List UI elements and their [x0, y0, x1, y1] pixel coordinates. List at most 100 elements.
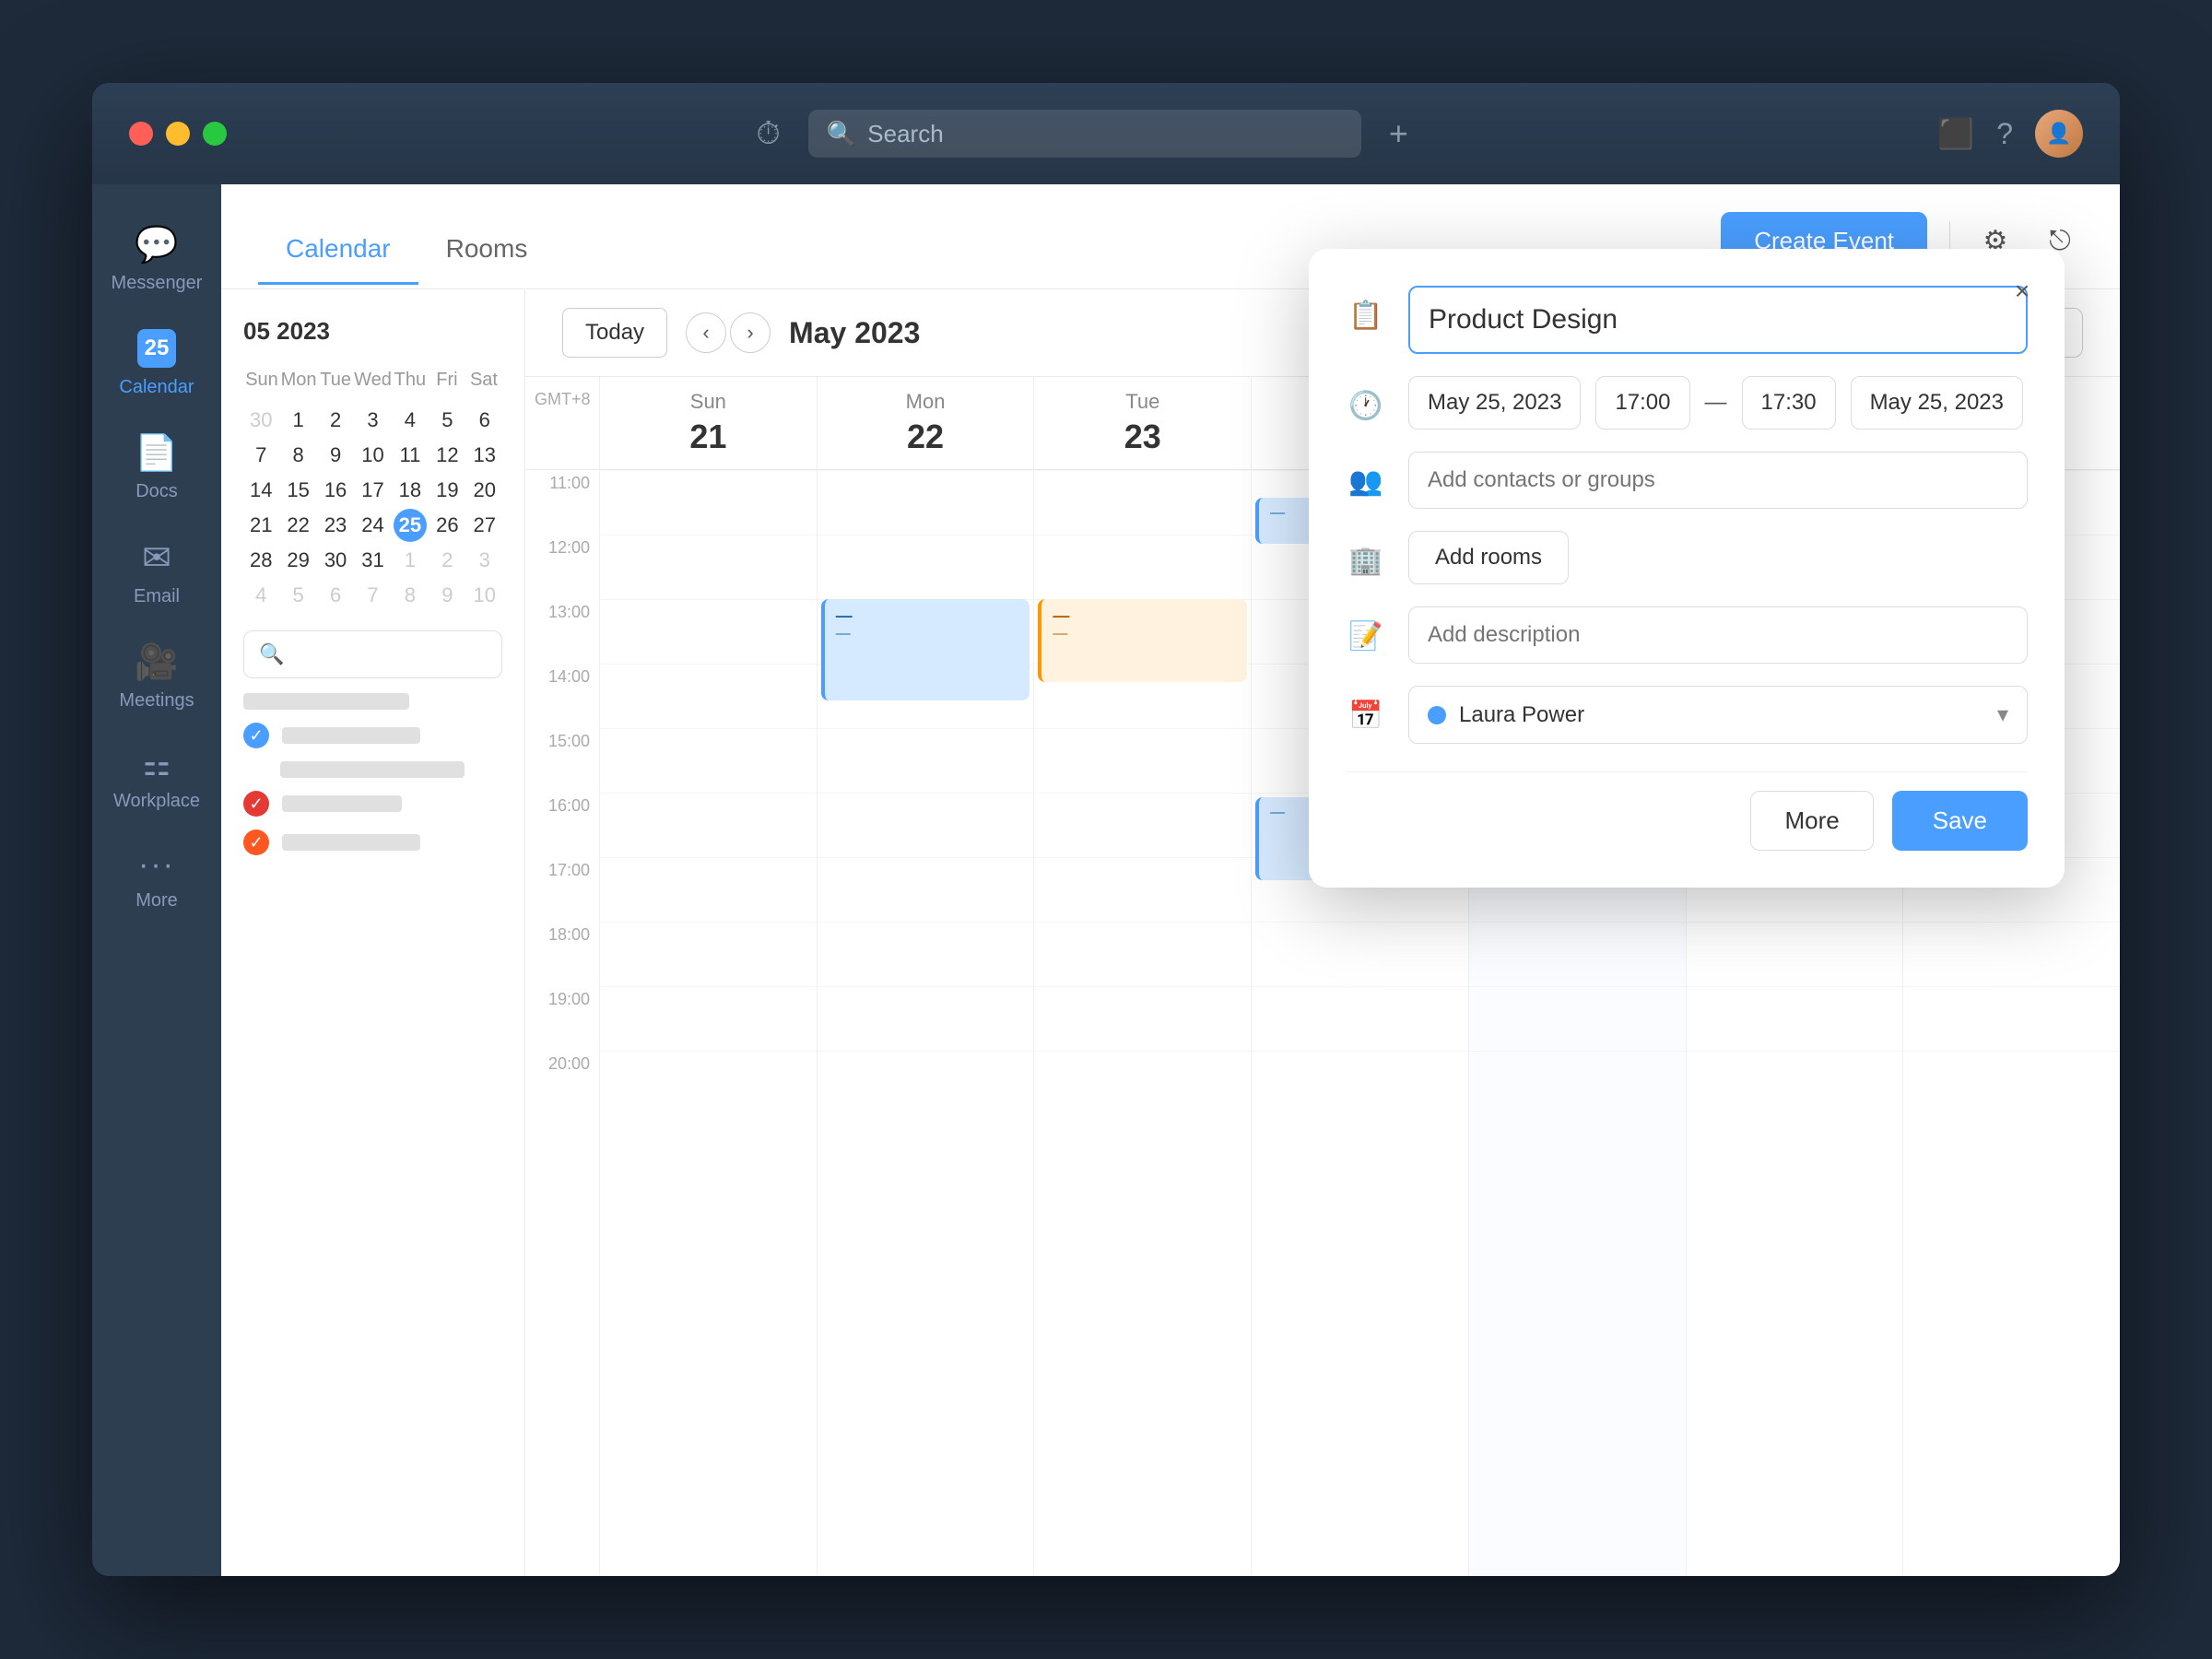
day-slot[interactable] [818, 986, 1034, 1051]
day-slot[interactable] [1903, 986, 2120, 1051]
mini-day[interactable]: 20 [468, 474, 501, 507]
fullscreen-button[interactable] [203, 122, 227, 146]
day-slot[interactable] [600, 922, 817, 986]
cal-checkbox-orange[interactable]: ✓ [243, 830, 269, 855]
mini-day[interactable]: 7 [356, 579, 389, 612]
day-slot[interactable] [1469, 986, 1686, 1051]
mini-day[interactable]: 4 [394, 404, 427, 437]
mini-day[interactable]: 2 [430, 544, 464, 577]
mini-day[interactable]: 6 [468, 404, 501, 437]
mini-day[interactable]: 2 [319, 404, 352, 437]
day-slot[interactable] [818, 857, 1034, 922]
day-slot[interactable] [1469, 922, 1686, 986]
start-time-field[interactable]: 17:00 [1595, 376, 1689, 429]
day-slot[interactable] [600, 535, 817, 599]
mini-day[interactable]: 1 [394, 544, 427, 577]
mini-day[interactable]: 3 [356, 404, 389, 437]
day-slot[interactable] [1034, 535, 1251, 599]
day-slot[interactable] [1903, 922, 2120, 986]
avatar[interactable]: 👤 [2035, 110, 2083, 158]
end-date-field[interactable]: May 25, 2023 [1851, 376, 2023, 429]
history-icon[interactable]: ⏱ [756, 116, 781, 152]
day-slot[interactable] [600, 857, 817, 922]
mini-day[interactable]: 17 [356, 474, 389, 507]
day-slot[interactable] [1034, 1051, 1251, 1115]
day-slot[interactable] [1903, 1051, 2120, 1115]
mini-day[interactable]: 18 [394, 474, 427, 507]
mini-day[interactable]: 9 [430, 579, 464, 612]
mini-day[interactable]: 3 [468, 544, 501, 577]
sidebar-item-more[interactable]: ··· More [92, 834, 221, 924]
mini-day[interactable]: 8 [282, 439, 315, 472]
sidebar-item-calendar[interactable]: 25 Calendar [92, 316, 221, 411]
sidebar-item-email[interactable]: ✉ Email [92, 524, 221, 620]
day-slot[interactable] [1252, 986, 1468, 1051]
mini-day[interactable]: 1 [282, 404, 315, 437]
mini-day[interactable]: 9 [319, 439, 352, 472]
more-button[interactable]: More [1750, 791, 1873, 851]
description-input[interactable] [1408, 606, 2028, 664]
sidebar-item-meetings[interactable]: 🎥 Meetings [92, 629, 221, 724]
calendar-event-tue[interactable]: — — [1038, 599, 1247, 682]
mini-day[interactable]: 5 [430, 404, 464, 437]
close-button[interactable] [129, 122, 153, 146]
day-slot[interactable] [600, 664, 817, 728]
mini-day[interactable]: 21 [244, 509, 277, 542]
day-slot[interactable] [1034, 986, 1251, 1051]
cal-checkbox[interactable]: ✓ [243, 723, 269, 748]
mini-day[interactable]: 10 [356, 439, 389, 472]
mini-day[interactable]: 5 [282, 579, 315, 612]
day-slot[interactable] [818, 535, 1034, 599]
day-slot[interactable] [1034, 470, 1251, 535]
day-slot[interactable] [600, 1051, 817, 1115]
mini-day[interactable]: 7 [244, 439, 277, 472]
day-slot[interactable] [1034, 922, 1251, 986]
day-slot[interactable] [1034, 793, 1251, 857]
day-slot[interactable] [1034, 857, 1251, 922]
add-rooms-button[interactable]: Add rooms [1408, 531, 1569, 584]
save-button[interactable]: Save [1892, 791, 2028, 851]
mini-day[interactable]: 30 [244, 404, 277, 437]
mini-day[interactable]: 30 [319, 544, 352, 577]
day-slot[interactable] [818, 793, 1034, 857]
today-button[interactable]: Today [562, 308, 667, 358]
end-time-field[interactable]: 17:30 [1742, 376, 1836, 429]
day-slot[interactable] [818, 922, 1034, 986]
help-icon[interactable]: ? [1996, 117, 2013, 151]
cal-checkbox-red[interactable]: ✓ [243, 791, 269, 817]
prev-week-button[interactable]: ‹ [686, 312, 726, 353]
mini-day[interactable]: 12 [430, 439, 464, 472]
modal-close-button[interactable]: × [2002, 271, 2042, 312]
mini-day[interactable]: 19 [430, 474, 464, 507]
mini-day[interactable]: 13 [468, 439, 501, 472]
contacts-input[interactable] [1408, 452, 2028, 509]
event-title-input[interactable] [1408, 286, 2028, 354]
sidebar-search[interactable]: 🔍 [243, 630, 502, 678]
screen-share-icon[interactable]: ⬛ [1937, 116, 1974, 151]
day-slot[interactable] [1687, 986, 1903, 1051]
day-slot[interactable] [600, 470, 817, 535]
mini-day[interactable]: 27 [468, 509, 501, 542]
day-slot[interactable] [1034, 728, 1251, 793]
day-slot[interactable] [818, 1051, 1034, 1115]
tab-calendar[interactable]: Calendar [258, 216, 418, 285]
day-slot[interactable] [1469, 1051, 1686, 1115]
mini-day[interactable]: 8 [394, 579, 427, 612]
add-button[interactable]: + [1389, 114, 1408, 153]
calendar-event-mon[interactable]: — — [821, 599, 1030, 700]
day-slot[interactable] [600, 793, 817, 857]
mini-day[interactable]: 24 [356, 509, 389, 542]
day-slot[interactable] [1687, 1051, 1903, 1115]
day-slot[interactable] [600, 986, 817, 1051]
mini-day-today[interactable]: 25 [394, 509, 427, 542]
sidebar-item-docs[interactable]: 📄 Docs [92, 420, 221, 515]
mini-day[interactable]: 16 [319, 474, 352, 507]
calendar-select[interactable]: Laura Power ▾ [1408, 686, 2028, 744]
mini-day[interactable]: 15 [282, 474, 315, 507]
day-slot[interactable] [600, 728, 817, 793]
mini-day[interactable]: 6 [319, 579, 352, 612]
mini-day[interactable]: 14 [244, 474, 277, 507]
start-date-field[interactable]: May 25, 2023 [1408, 376, 1581, 429]
mini-day[interactable]: 10 [468, 579, 501, 612]
tab-rooms[interactable]: Rooms [418, 216, 556, 285]
